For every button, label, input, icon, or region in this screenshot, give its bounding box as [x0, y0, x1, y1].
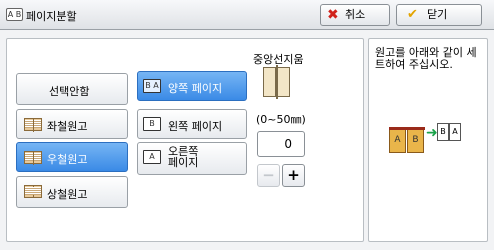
output-page-b: B — [437, 123, 449, 141]
page-split-screen: A B 페이지분할 ✖ 취소 ✔ 닫기 선택안함 좌철원고 우철원고 상철원고 … — [0, 0, 494, 250]
option-top-binding[interactable]: 상철원고 — [16, 176, 128, 208]
option-left-page[interactable]: B 왼쪽 페이지 — [137, 109, 247, 139]
page-split-icon-text: A B — [7, 10, 22, 19]
option-right-binding-label: 우철원고 — [47, 153, 88, 166]
cancel-button[interactable]: ✖ 취소 — [320, 4, 390, 26]
close-button-label: 닫기 — [427, 8, 448, 21]
option-both-pages[interactable]: B A 양쪽 페이지 — [137, 71, 247, 101]
increase-button[interactable]: + — [282, 164, 305, 187]
arrow-icon: ➜ — [426, 125, 438, 141]
book-top-icon — [24, 184, 44, 199]
page-title: 페이지분할 — [26, 10, 77, 23]
option-right-page[interactable]: A 오른쪽 페이지 — [137, 142, 247, 175]
diagram-page-b: B — [407, 127, 424, 153]
right-page-icon: A — [143, 150, 161, 164]
header-bar: A B 페이지분할 ✖ 취소 ✔ 닫기 — [0, 0, 494, 30]
decrease-button[interactable]: − — [257, 164, 280, 187]
options-panel: 선택안함 좌철원고 우철원고 상철원고 B A 양쪽 페이지 B 왼쪽 페이지 … — [6, 38, 364, 242]
option-right-page-label-line2: 페이지 — [168, 156, 199, 169]
option-left-binding-label: 좌철원고 — [47, 120, 88, 133]
open-book-icon — [263, 65, 291, 99]
option-left-binding[interactable]: 좌철원고 — [16, 109, 128, 139]
instruction-panel: 원고를 아래와 같이 세트하여 주십시오. A B ➜ B A — [368, 38, 488, 242]
original-book-icon: A B — [389, 127, 425, 153]
close-x-icon: ✖ — [327, 7, 339, 23]
option-top-binding-label: 상철원고 — [47, 188, 88, 201]
both-pages-icon-text: B A — [145, 81, 159, 90]
option-right-binding[interactable]: 우철원고 — [16, 142, 128, 172]
right-page-icon-text: A — [149, 152, 155, 161]
center-erase-value[interactable]: 0 — [257, 131, 305, 157]
output-page-a: A — [449, 123, 461, 141]
page-split-icon: A B — [6, 8, 23, 21]
check-icon: ✔ — [407, 7, 418, 22]
option-none[interactable]: 선택안함 — [16, 73, 128, 105]
left-page-icon-text: B — [149, 119, 155, 128]
option-right-page-label: 오른쪽 페이지 — [168, 146, 198, 168]
book-left-icon — [24, 117, 44, 132]
instruction-text: 원고를 아래와 같이 세트하여 주십시오. — [375, 46, 477, 71]
output-pages-icon: B A — [437, 123, 463, 143]
placement-diagram: A B ➜ B A — [389, 123, 469, 163]
center-erase-range: (0~50㎜) — [256, 113, 306, 126]
close-button[interactable]: ✔ 닫기 — [396, 4, 482, 26]
both-pages-icon: B A — [143, 79, 161, 93]
option-none-label: 선택안함 — [49, 85, 90, 98]
cancel-button-label: 취소 — [345, 8, 366, 21]
diagram-page-a: A — [389, 127, 406, 153]
option-left-page-label: 왼쪽 페이지 — [168, 120, 223, 133]
option-both-pages-label: 양쪽 페이지 — [168, 82, 223, 95]
left-page-icon: B — [143, 117, 161, 131]
center-erase-title: 중앙선지움 — [253, 53, 304, 66]
book-right-icon — [24, 150, 44, 165]
